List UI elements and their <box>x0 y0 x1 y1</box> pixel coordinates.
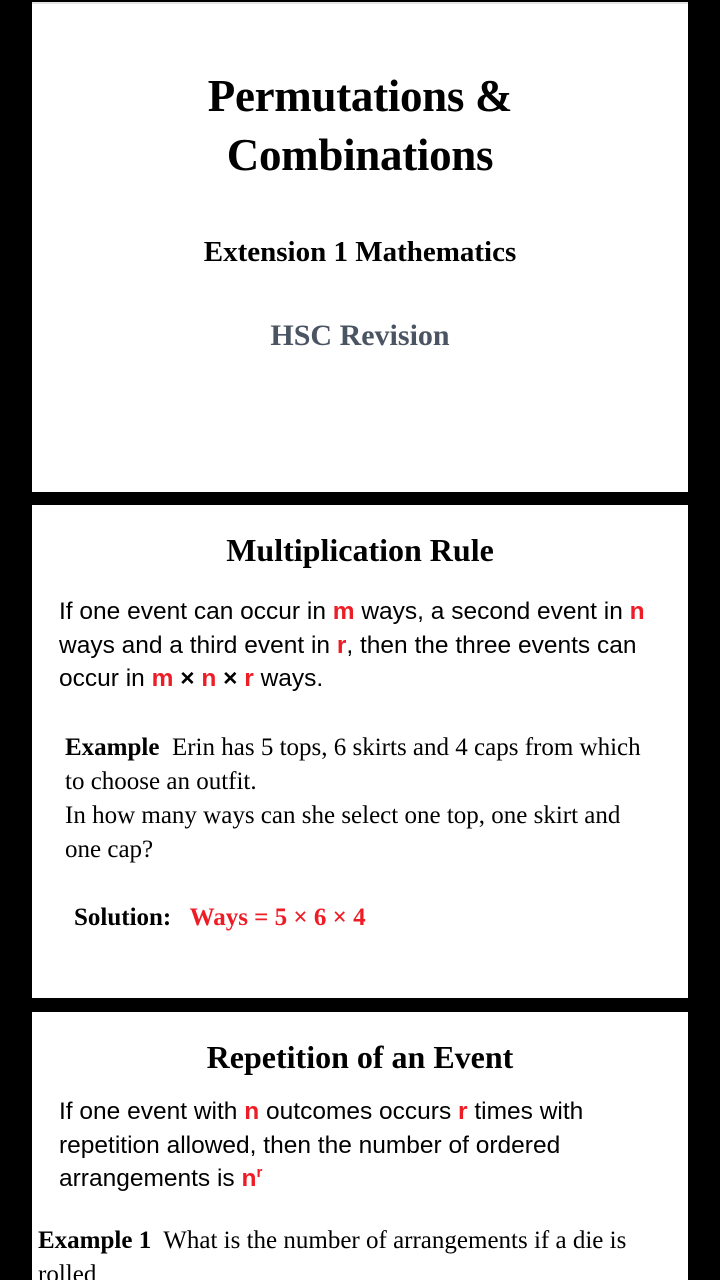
rule-text-part-3: ways and a third event in <box>59 631 337 659</box>
variable-m-product: m <box>151 665 174 692</box>
solution-label: Solution: <box>74 903 172 931</box>
slide-heading-multiplication-rule: Multiplication Rule <box>226 532 494 568</box>
example-1-label: Example 1 <box>38 1226 152 1254</box>
variable-n-product: n <box>201 665 217 692</box>
example-1-block: Example 1 What is the number of arrangem… <box>32 1196 688 1280</box>
presentation-title-line-2: Combinations <box>226 130 494 180</box>
presentation-subtitle: Extension 1 Mathematics <box>203 236 517 268</box>
presentation-title-line-1: Permutations & <box>207 71 513 121</box>
variable-n: n <box>629 598 645 625</box>
example-line-2: In how many ways can she select one top,… <box>65 801 621 863</box>
example-question-block: Example Erin has 5 tops, 6 skirts and 4 … <box>32 696 688 867</box>
repetition-text-part-1: If one event with <box>59 1098 245 1125</box>
presentation-course-label: HSC Revision <box>270 319 450 352</box>
variable-r-product: r <box>244 665 254 692</box>
rule-text-part-1: If one event can occur in <box>59 598 333 625</box>
rule-text-part-2: ways, a second event in <box>354 598 630 625</box>
result-base: n <box>241 1165 257 1192</box>
solution-block: Solution: Ways = 5 × 6 × 4 <box>32 867 688 934</box>
variable-n-outcomes: n <box>244 1098 260 1125</box>
multiply-operator-icon-1: × <box>180 665 195 692</box>
multiply-operator-icon-2: × <box>223 665 238 692</box>
slide-heading-repetition-of-an-event: Repetition of an Event <box>206 1039 514 1075</box>
multiplication-rule-statement: If one event can occur in m ways, a seco… <box>32 568 688 696</box>
variable-m: m <box>332 598 355 625</box>
slide-deck: Permutations & Combinations Extension 1 … <box>0 0 720 1280</box>
title-slide[interactable]: Permutations & Combinations Extension 1 … <box>32 2 688 492</box>
solution-expression: Ways = 5 × 6 × 4 <box>189 903 366 931</box>
result-exponent: r <box>256 1163 263 1181</box>
variable-r: r <box>336 631 347 659</box>
result-n-power-r: nr <box>241 1165 262 1192</box>
repetition-rule-statement: If one event with n outcomes occurs r ti… <box>32 1075 688 1196</box>
presentation-title: Permutations & Combinations <box>32 4 688 185</box>
repetition-of-an-event-slide[interactable]: Repetition of an Event If one event with… <box>32 1012 688 1280</box>
variable-r-times: r <box>458 1098 468 1125</box>
multiplication-rule-slide[interactable]: Multiplication Rule If one event can occ… <box>32 505 688 998</box>
example-label: Example <box>65 733 160 761</box>
rule-text-part-5: ways. <box>253 665 324 692</box>
repetition-text-part-2: outcomes occurs <box>259 1098 459 1125</box>
